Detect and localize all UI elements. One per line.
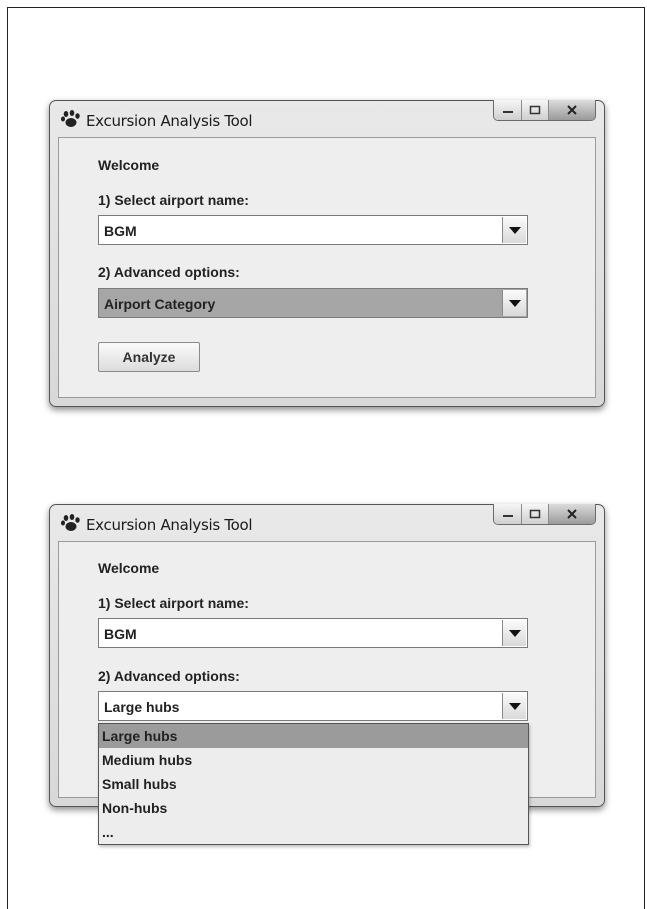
chevron-down-icon <box>508 299 521 307</box>
airport-select[interactable]: BGM <box>98 215 528 245</box>
chevron-down-icon <box>508 629 521 637</box>
advanced-options-value: Airport Category <box>104 296 216 312</box>
close-icon <box>567 509 577 519</box>
minimize-icon <box>502 515 513 517</box>
chevron-down-icon <box>508 702 521 710</box>
dropdown-option-small-hubs[interactable]: Small hubs <box>99 772 528 796</box>
airport-name-label: 1) Select airport name: <box>98 192 249 208</box>
dropdown-option-large-hubs[interactable]: Large hubs <box>99 724 528 748</box>
airport-dropdown-button[interactable] <box>502 620 526 646</box>
advanced-options-select[interactable]: Large hubs <box>98 691 528 721</box>
dropdown-option-medium-hubs[interactable]: Medium hubs <box>99 748 528 772</box>
close-button[interactable] <box>549 504 595 524</box>
maximize-icon <box>529 509 541 519</box>
minimize-button[interactable] <box>494 504 522 524</box>
welcome-label: Welcome <box>98 560 160 576</box>
advanced-options-value: Large hubs <box>104 699 180 715</box>
window-controls <box>493 504 596 525</box>
paw-icon <box>61 514 80 531</box>
advanced-options-label: 2) Advanced options: <box>98 668 240 684</box>
maximize-icon <box>529 105 541 115</box>
window-controls <box>493 100 596 121</box>
maximize-button[interactable] <box>522 504 549 524</box>
maximize-button[interactable] <box>522 100 549 120</box>
advanced-options-dropdown-list: Large hubs Medium hubs Small hubs Non-hu… <box>98 723 529 845</box>
dropdown-option-more[interactable]: ... <box>99 820 528 844</box>
advanced-dropdown-button[interactable] <box>502 290 526 316</box>
advanced-options-label: 2) Advanced options: <box>98 264 240 280</box>
airport-dropdown-button[interactable] <box>502 217 526 243</box>
airport-name-label: 1) Select airport name: <box>98 595 249 611</box>
advanced-dropdown-button[interactable] <box>502 693 526 719</box>
window-content: Welcome 1) Select airport name: BGM 2) A… <box>58 137 596 398</box>
window-title: Excursion Analysis Tool <box>86 516 253 534</box>
title-bar[interactable]: Excursion Analysis Tool <box>50 504 604 541</box>
airport-select-value: BGM <box>104 626 137 642</box>
chevron-down-icon <box>508 226 521 234</box>
minimize-button[interactable] <box>494 100 522 120</box>
close-icon <box>567 105 577 115</box>
window-title: Excursion Analysis Tool <box>86 112 253 130</box>
airport-select[interactable]: BGM <box>98 618 528 648</box>
analyze-button[interactable]: Analyze <box>98 342 200 372</box>
welcome-label: Welcome <box>98 157 160 173</box>
close-button[interactable] <box>549 100 595 120</box>
title-bar[interactable]: Excursion Analysis Tool <box>50 100 604 137</box>
dropdown-option-non-hubs[interactable]: Non-hubs <box>99 796 528 820</box>
airport-select-value: BGM <box>104 223 137 239</box>
advanced-options-select[interactable]: Airport Category <box>98 288 528 318</box>
analysis-window-1: Excursion Analysis Tool Welcome 1) Selec… <box>49 100 605 407</box>
paw-icon <box>61 110 80 127</box>
minimize-icon <box>502 111 513 113</box>
